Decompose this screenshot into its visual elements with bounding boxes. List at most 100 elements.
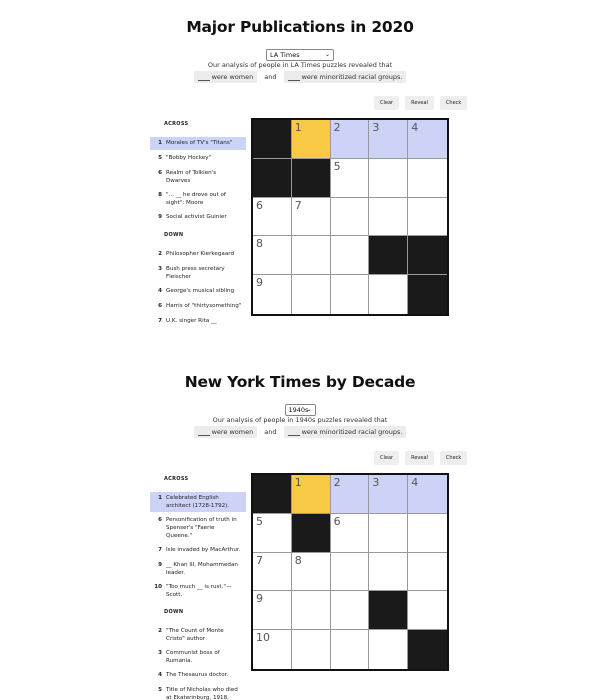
clue-item[interactable]: 3 Bush press secretary Fleischer [150, 263, 246, 283]
minority-answer-pill[interactable]: were minoritized racial groups. [283, 71, 407, 83]
grid-cell[interactable] [408, 513, 447, 553]
grid-cell[interactable] [291, 591, 331, 631]
reveal-button[interactable]: Reveal [405, 451, 434, 465]
clue-item[interactable]: 1 Celebrated English architect (1728-1792… [150, 492, 246, 512]
minority-blank [287, 430, 300, 436]
grid-cell[interactable]: 7 [291, 197, 331, 237]
publication-select[interactable]: LA Times ⌄ [266, 49, 334, 61]
grid-cell[interactable] [330, 275, 370, 314]
clue-number: 6 [158, 517, 162, 523]
grid-cell[interactable] [408, 197, 447, 237]
clue-item[interactable]: 8 "... __ he drove out of sight": Moore [150, 189, 246, 209]
grid-cell[interactable] [408, 591, 447, 631]
grid-cell[interactable]: 8 [253, 236, 292, 276]
clue-number: 10 [154, 584, 162, 590]
clue-text: Morales of TV's "Titans" [166, 140, 233, 146]
answer-row: were women and were minoritized racial g… [0, 426, 600, 438]
clue-number: 4 [158, 672, 162, 678]
grid-cell[interactable]: 6 [330, 513, 370, 553]
clear-button[interactable]: Clear [374, 451, 400, 465]
clue-text: The Thesaurus doctor. [166, 672, 229, 678]
clue-item[interactable]: 7 Isle invaded by MacArthur. [150, 544, 246, 557]
grid-cell[interactable] [291, 275, 331, 314]
clue-item[interactable]: 9 __ Khan III, Mohammedan leader. [150, 559, 246, 579]
grid-cell[interactable]: 1 [291, 475, 331, 514]
reveal-button[interactable]: Reveal [405, 96, 434, 110]
clue-item[interactable]: 7 U.K. singer Rita __ [150, 315, 246, 328]
grid-cell[interactable]: 8 [291, 552, 331, 592]
grid-cell[interactable] [369, 158, 409, 198]
grid-cell[interactable]: 5 [330, 158, 370, 198]
clue-item[interactable]: 2 Philosopher Kierkegaard [150, 248, 246, 261]
check-button[interactable]: Check [439, 96, 468, 110]
clue-item[interactable]: 3 Communist boss of Rumania. [150, 647, 246, 667]
grid-cell[interactable]: 3 [369, 475, 409, 514]
grid-cell[interactable] [369, 275, 409, 314]
grid-cell[interactable] [330, 197, 370, 237]
grid-cell[interactable]: 2 [330, 475, 370, 514]
grid-cell[interactable]: 9 [253, 275, 292, 314]
clue-number: 2 [158, 628, 162, 634]
clue-item[interactable]: 9 Social activist Guinier [150, 211, 246, 224]
cell-number: 2 [333, 476, 341, 489]
grid-cell[interactable] [369, 513, 409, 553]
grid-cell[interactable] [369, 552, 409, 592]
grid-cell[interactable]: 1 [291, 120, 331, 159]
clue-item[interactable]: 6 Realm of Tolkien's Dwarves [150, 167, 246, 187]
minority-label: were minoritized racial groups. [301, 428, 403, 436]
clue-item[interactable]: 6 Harris of "thirtysomething" [150, 300, 246, 313]
clue-text: "Bobby Hockey" [166, 155, 212, 161]
women-label: were women [211, 73, 254, 81]
clue-number: 2 [158, 251, 162, 257]
clue-text: Communist boss of Rumania. [166, 650, 220, 664]
grid-cell[interactable]: 7 [253, 552, 292, 592]
grid-cell[interactable]: 2 [330, 120, 370, 159]
grid-cell[interactable] [369, 197, 409, 237]
grid-cell[interactable]: 4 [408, 120, 447, 159]
grid-cell[interactable]: 10 [253, 630, 292, 669]
grid-cell[interactable]: 9 [253, 591, 292, 631]
clue-item[interactable]: 1 Morales of TV's "Titans" [150, 137, 246, 150]
clue-text: Realm of Tolkien's Dwarves [166, 170, 217, 184]
grid-cell[interactable] [369, 630, 409, 669]
clue-number: 8 [158, 192, 162, 198]
minority-answer-pill[interactable]: were minoritized racial groups. [283, 426, 407, 438]
grid-cell[interactable] [330, 591, 370, 631]
clue-text: Bush press secretary Fleischer [166, 266, 225, 280]
cell-number: 9 [256, 276, 263, 290]
women-answer-pill[interactable]: were women [193, 71, 258, 83]
grid-cell[interactable]: 6 [253, 197, 292, 237]
grid-cell[interactable]: 3 [369, 120, 409, 159]
grid-cell[interactable]: 4 [408, 475, 447, 514]
clue-number: 7 [158, 318, 162, 324]
grid-cell[interactable] [330, 552, 370, 592]
black-cell [408, 630, 447, 669]
clue-text: U.K. singer Rita __ [166, 318, 217, 324]
section-title: Major Publications in 2020 [186, 18, 414, 36]
grid-cell[interactable] [291, 630, 331, 669]
check-button[interactable]: Check [439, 451, 468, 465]
clue-item[interactable]: 4 George's musical sibling [150, 285, 246, 298]
down-heading: DOWN [164, 609, 184, 615]
clue-item[interactable]: 5 Title of Nicholas who died at Ekaterinb… [150, 684, 246, 700]
grid-cell[interactable] [291, 236, 331, 276]
clue-text: Celebrated English architect (1728-1792)… [166, 495, 230, 509]
grid-cell[interactable] [330, 236, 370, 276]
clue-item[interactable]: 6 Personification of truth in Spenser's "… [150, 514, 246, 542]
clue-item[interactable]: 5 "Bobby Hockey" [150, 152, 246, 165]
decade-select[interactable]: 1940s ⌄ [284, 404, 316, 416]
black-cell [408, 275, 447, 314]
answer-row: were women and were minoritized racial g… [0, 71, 600, 83]
grid-cell[interactable]: 5 [253, 513, 292, 553]
cell-number: 8 [294, 553, 302, 567]
clear-button[interactable]: Clear [374, 96, 400, 110]
grid-cell[interactable] [408, 158, 447, 198]
cell-number: 7 [294, 198, 302, 212]
women-answer-pill[interactable]: were women [193, 426, 258, 438]
grid-cell[interactable] [330, 630, 370, 669]
minority-blank [287, 75, 300, 81]
grid-cell[interactable] [408, 552, 447, 592]
clue-item[interactable]: 4 The Thesaurus doctor. [150, 669, 246, 682]
clue-item[interactable]: 10 "Too much __ is rust."—Scott. [150, 581, 246, 601]
clue-item[interactable]: 2 "The Count of Monte Cristo" author [150, 625, 246, 645]
